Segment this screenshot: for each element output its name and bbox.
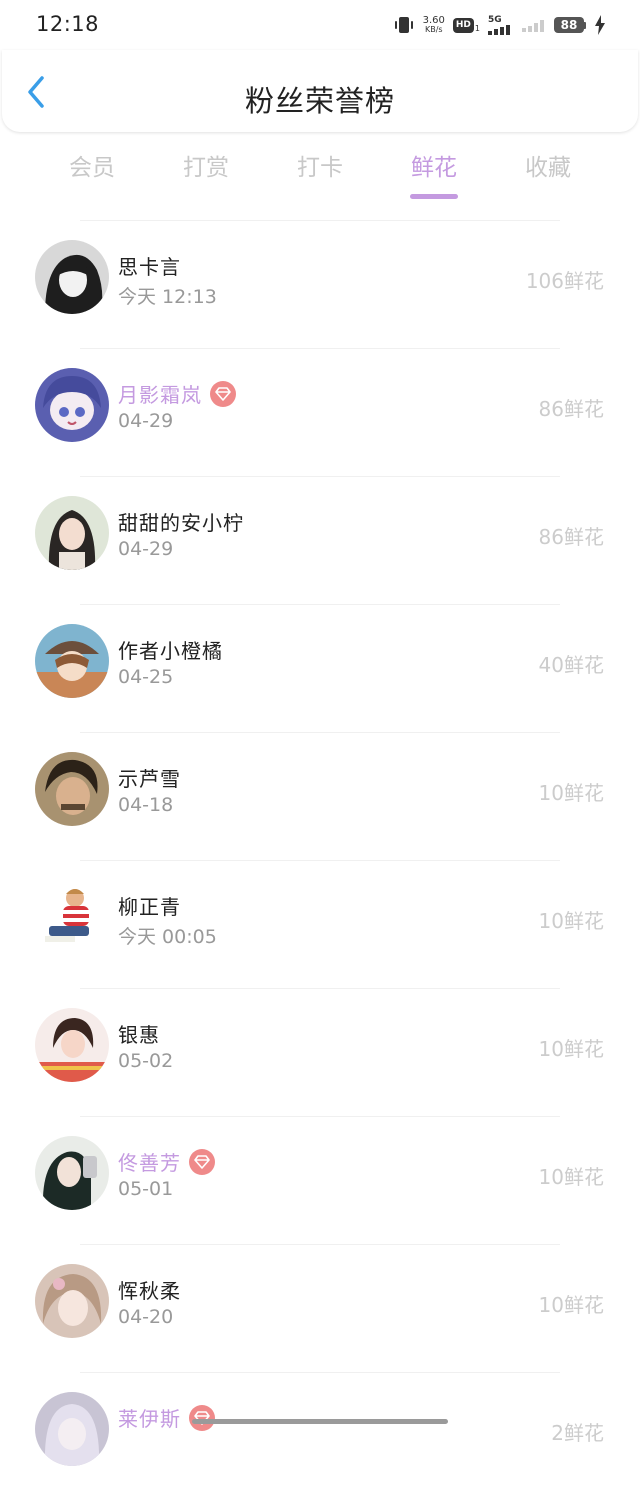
network-speed-unit: KB/s — [424, 25, 443, 34]
fan-name: 银惠 — [118, 1023, 160, 1047]
fan-name: 佟善芳 — [118, 1151, 181, 1175]
hd-icon: HD 1 — [452, 17, 480, 33]
fan-list-item[interactable]: 佟善芳 05-01 10鲜花 — [0, 1117, 640, 1244]
charging-icon — [594, 15, 606, 35]
tab-label: 打赏 — [183, 155, 229, 181]
avatar[interactable] — [35, 368, 109, 442]
signal-weak-icon — [522, 18, 546, 32]
fan-name-row: 示芦雪 — [118, 763, 181, 792]
fan-name-row: 莱伊斯 — [118, 1403, 215, 1432]
avatar[interactable] — [35, 752, 109, 826]
fan-list-item[interactable]: 银惠 05-02 10鲜花 — [0, 989, 640, 1116]
fan-time: 05-01 — [118, 1178, 174, 1200]
fan-time: 今天 12:13 — [118, 286, 217, 308]
fan-name-row: 思卡言 — [118, 251, 181, 280]
avatar[interactable] — [35, 496, 109, 570]
flower-count: 10鲜花 — [538, 781, 604, 805]
tab-bar: 会员 打赏 打卡 鲜花 收藏 — [35, 148, 605, 204]
flower-count: 106鲜花 — [525, 269, 604, 293]
avatar[interactable] — [35, 1392, 109, 1466]
header: 粉丝荣誉榜 — [2, 50, 638, 132]
fan-name: 作者小橙橘 — [118, 639, 223, 663]
tab-checkin[interactable]: 打卡 — [263, 148, 377, 204]
fan-time: 05-02 — [118, 1050, 174, 1072]
battery-level: 88 — [554, 17, 584, 33]
fan-name-row: 月影霜岚 — [118, 379, 236, 408]
fan-name-row: 银惠 — [118, 1019, 160, 1048]
fan-name: 月影霜岚 — [118, 383, 202, 407]
fan-name: 柳正青 — [118, 895, 181, 919]
diamond-icon — [210, 380, 236, 407]
fan-name-row: 柳正青 — [118, 891, 181, 920]
fan-name: 思卡言 — [118, 255, 181, 279]
avatar[interactable] — [35, 1264, 109, 1338]
fan-name: 恽秋柔 — [118, 1279, 181, 1303]
tab-label: 鲜花 — [411, 155, 457, 181]
tab-label: 会员 — [69, 155, 115, 181]
flower-count: 40鲜花 — [538, 653, 604, 677]
fan-name-row: 恽秋柔 — [118, 1275, 181, 1304]
fan-time: 04-20 — [118, 1306, 174, 1328]
fan-name-row: 甜甜的安小柠 — [118, 507, 244, 536]
tab-label: 打卡 — [297, 155, 343, 181]
fan-list-item[interactable]: 恽秋柔 04-20 10鲜花 — [0, 1245, 640, 1372]
home-indicator[interactable] — [192, 1419, 448, 1424]
flower-count: 86鲜花 — [538, 397, 604, 421]
fan-name-row: 作者小橙橘 — [118, 635, 223, 664]
tab-member[interactable]: 会员 — [35, 148, 149, 204]
diamond-icon — [189, 1148, 215, 1175]
fan-list-item[interactable]: 莱伊斯 2鲜花 — [0, 1373, 640, 1500]
fan-time: 04-29 — [118, 410, 174, 432]
flower-count: 10鲜花 — [538, 909, 604, 933]
fan-list-item[interactable]: 作者小橙橘 04-25 40鲜花 — [0, 605, 640, 732]
fan-list-item[interactable]: 柳正青 今天 00:05 10鲜花 — [0, 861, 640, 988]
avatar[interactable] — [35, 624, 109, 698]
fan-ranking-list: 思卡言 今天 12:13 106鲜花 月影霜岚 04-29 86鲜花 甜甜的安小… — [0, 220, 640, 1500]
status-time: 12:18 — [36, 12, 100, 36]
avatar[interactable] — [35, 1008, 109, 1082]
fan-list-item[interactable]: 思卡言 今天 12:13 106鲜花 — [0, 221, 640, 348]
tab-label: 收藏 — [525, 155, 571, 181]
fan-list-item[interactable]: 示芦雪 04-18 10鲜花 — [0, 733, 640, 860]
tab-favorites[interactable]: 收藏 — [491, 148, 605, 204]
avatar[interactable] — [35, 880, 109, 954]
fan-name: 示芦雪 — [118, 767, 181, 791]
tab-reward[interactable]: 打赏 — [149, 148, 263, 204]
hd-sub: 1 — [474, 23, 480, 33]
flower-count: 10鲜花 — [538, 1165, 604, 1189]
fan-time: 04-25 — [118, 666, 174, 688]
network-type: 5G — [488, 14, 502, 25]
signal-5g: 5G — [488, 14, 514, 35]
tab-active-indicator — [410, 194, 458, 199]
vibrate-icon — [393, 15, 415, 35]
avatar[interactable] — [35, 1136, 109, 1210]
fan-list-item[interactable]: 甜甜的安小柠 04-29 86鲜花 — [0, 477, 640, 604]
status-bar: 12:18 3.60 KB/s HD 1 5G 88 — [0, 0, 640, 50]
fan-name: 莱伊斯 — [118, 1407, 181, 1431]
fan-name-row: 佟善芳 — [118, 1147, 215, 1176]
fan-time: 04-18 — [118, 794, 174, 816]
hd-label: HD — [452, 17, 474, 33]
network-speed-value: 3.60 — [422, 15, 445, 26]
battery-icon: 88 — [554, 17, 586, 33]
flower-count: 86鲜花 — [538, 525, 604, 549]
fan-list-item[interactable]: 月影霜岚 04-29 86鲜花 — [0, 349, 640, 476]
tab-flowers[interactable]: 鲜花 — [377, 148, 491, 204]
fan-time: 04-29 — [118, 538, 174, 560]
status-icons: 3.60 KB/s HD 1 5G 88 — [393, 12, 606, 38]
flower-count: 10鲜花 — [538, 1037, 604, 1061]
signal-icon — [488, 24, 514, 35]
fan-time: 今天 00:05 — [118, 926, 217, 948]
page-title: 粉丝荣誉榜 — [244, 84, 395, 118]
flower-count: 2鲜花 — [551, 1421, 604, 1445]
avatar[interactable] — [35, 240, 109, 314]
flower-count: 10鲜花 — [538, 1293, 604, 1317]
fan-name: 甜甜的安小柠 — [118, 511, 244, 535]
network-speed: 3.60 KB/s — [422, 15, 445, 35]
